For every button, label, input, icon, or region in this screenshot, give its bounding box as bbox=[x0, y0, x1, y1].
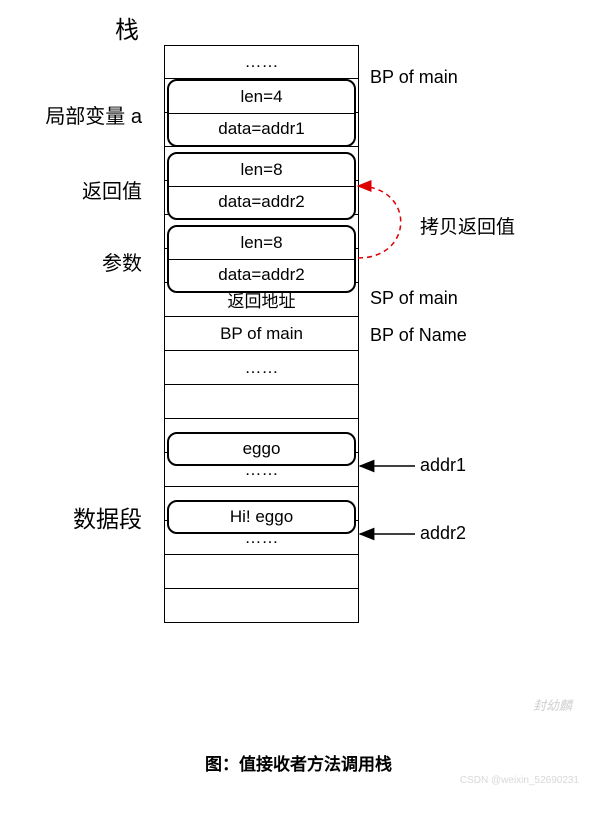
label-bp-of-name: BP of Name bbox=[370, 325, 467, 346]
cell-dots2: …… bbox=[164, 351, 359, 385]
label-sp-of-main: SP of main bbox=[370, 288, 458, 309]
cell-blank3 bbox=[164, 589, 359, 623]
watermark-author: 封幼麟 bbox=[533, 695, 572, 714]
block-local-var-a: len=4 data=addr1 bbox=[167, 79, 356, 147]
block-param-data: data=addr2 bbox=[169, 259, 354, 292]
block-return-value: len=8 data=addr2 bbox=[167, 152, 356, 220]
block-ret-data: data=addr2 bbox=[169, 186, 354, 219]
arrow-copy-return bbox=[358, 186, 401, 258]
label-copy-return-value: 拷贝返回值 bbox=[420, 212, 515, 239]
block-eggo: eggo bbox=[167, 432, 356, 466]
label-addr1: addr1 bbox=[420, 455, 466, 476]
block-param-len: len=8 bbox=[169, 227, 354, 259]
cell-dots1: …… bbox=[164, 45, 359, 79]
label-local-var-a: 局部变量 a bbox=[12, 100, 142, 129]
label-param: 参数 bbox=[12, 247, 142, 276]
block-vara-data: data=addr1 bbox=[169, 113, 354, 146]
label-bp-of-main: BP of main bbox=[370, 67, 458, 88]
block-ret-len: len=8 bbox=[169, 154, 354, 186]
cell-bp-main: BP of main bbox=[164, 317, 359, 351]
title-stack: 栈 bbox=[115, 10, 139, 45]
label-data-segment: 数据段 bbox=[12, 500, 142, 534]
label-addr2: addr2 bbox=[420, 523, 466, 544]
label-return-value: 返回值 bbox=[12, 175, 142, 204]
block-param: len=8 data=addr2 bbox=[167, 225, 356, 293]
figure-caption: 图：值接收者方法调用栈 bbox=[0, 750, 597, 775]
cell-blank2 bbox=[164, 555, 359, 589]
block-hi-eggo: Hi! eggo bbox=[167, 500, 356, 534]
cell-blank1 bbox=[164, 385, 359, 419]
watermark-csdn: CSDN @weixin_52690231 bbox=[460, 775, 579, 786]
block-eggo-value: eggo bbox=[169, 434, 354, 464]
block-vara-len: len=4 bbox=[169, 81, 354, 113]
block-hieggo-value: Hi! eggo bbox=[169, 502, 354, 532]
